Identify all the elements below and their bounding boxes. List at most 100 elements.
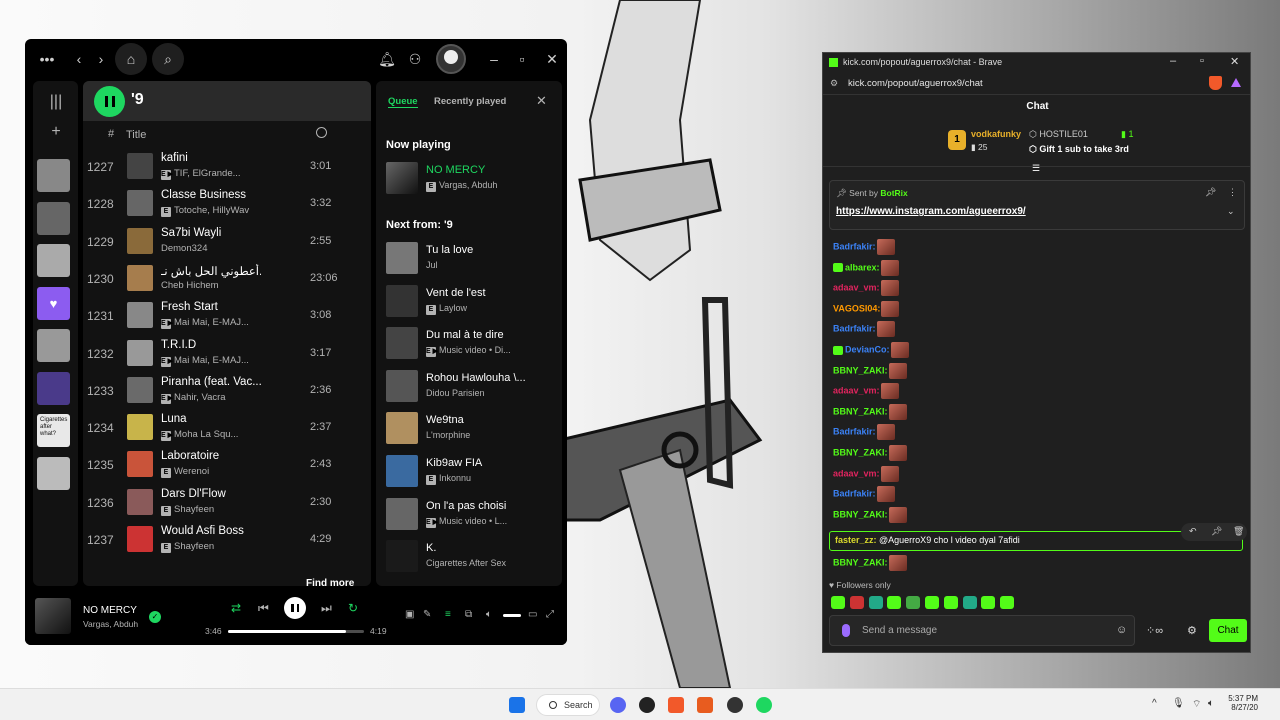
queue-item[interactable]: K. Cigarettes After Sex [386,540,562,576]
queue-item[interactable]: Du mal à te dire E ▶Music video • Di... [386,327,562,363]
create-plus-icon[interactable]: + [45,121,67,143]
table-row[interactable]: 1232 T.R.I.D E ▶Mai Mai, E-MAJ... 3:17 [83,336,371,372]
queue-track-artist[interactable]: E Laylow [426,303,560,315]
track-title[interactable]: T.R.I.D [161,339,261,351]
message-username[interactable]: BBNY_ZAKI: [833,447,888,457]
close-icon[interactable]: ✕ [536,93,547,109]
table-row[interactable]: 1227 kafini E ▶TIF, ElGrande... 3:01 [83,149,371,185]
queue-track-artist[interactable]: E ▶Music video • L... [426,516,560,528]
search-icon[interactable]: ⌕ [152,43,184,75]
miniplayer-icon[interactable]: ▭ [528,609,537,620]
table-row[interactable]: 1230 أعطوني الحل باش نـ... Cheb Hichem 23:0… [83,261,371,297]
queue-item[interactable]: Kib9aw FIA E Inkonnu [386,455,562,491]
chat-input[interactable]: Send a message ☺ [829,615,1135,646]
track-artist[interactable]: Cheb Hichem [161,280,261,291]
track-artist[interactable]: E ▶Mai Mai, E-MAJ... [161,355,261,367]
table-row[interactable]: 1234 Luna E ▶Moha La Squ... 2:37 [83,410,371,446]
message-username[interactable]: adaav_vm: [833,468,880,478]
brave-rewards-icon[interactable] [1231,78,1241,87]
lyrics-icon[interactable]: ✎ [423,609,431,620]
player-track-title[interactable]: NO MERCY [83,605,137,616]
table-row[interactable]: 1231 Fresh Start E ▶Mai Mai, E-MAJ... 3:08 [83,298,371,334]
microphone-icon[interactable]: 🎙︎ [1172,698,1185,709]
queue-item[interactable]: Vent de l'est E Laylow [386,284,562,321]
queue-item[interactable]: Rohou Hawlouha \... Didou Parisien [386,369,562,406]
emote-button[interactable] [1000,596,1015,609]
message-username[interactable]: BBNY_ZAKI: [833,509,888,519]
minimize-icon[interactable]: – [1170,55,1176,67]
message-username[interactable]: Badrfakir: [833,241,876,251]
queue-track-title[interactable]: On l'a pas choisi [426,500,560,512]
track-title[interactable]: Fresh Start [161,301,261,313]
track-artist[interactable]: E Totoche, HillyWav [161,205,261,218]
address-bar[interactable]: ⚙ kick.com/popout/aguerrox9/chat [823,73,1250,95]
emote-button[interactable] [981,596,996,609]
repeat-icon[interactable]: ↻ [348,601,358,615]
queue-track-title[interactable]: We9tna [426,414,560,426]
queue-track-artist[interactable]: E ▶Music video • Di... [426,345,560,358]
now-playing-art[interactable] [35,598,71,634]
brave-shield-icon[interactable] [1209,76,1222,90]
message-username[interactable]: BBNY_ZAKI: [833,365,888,375]
track-title[interactable]: Would Asfi Boss [161,525,261,537]
connect-device-icon[interactable]: ⧉ [465,609,472,620]
queue-track-title[interactable]: Tu la love [426,244,560,256]
library-playlist-thumb[interactable] [37,329,70,362]
player-track-artist[interactable]: Vargas, Abduh [83,619,138,629]
queue-item[interactable]: We9tna L'morphine [386,412,562,448]
library-playlist-thumb[interactable]: ♥ [37,286,70,320]
forward-arrow-icon[interactable]: › [89,47,113,71]
message-username[interactable]: Badrfakir: [833,489,876,499]
play-pause-button[interactable] [284,597,306,619]
track-artist[interactable]: E ▶Mai Mai, E-MAJ... [161,317,261,330]
track-title[interactable]: Sa7bi Wayli [161,227,261,239]
emote-button[interactable] [887,596,902,609]
table-row[interactable]: 1235 Laboratoire E Werenoi 2:43 [83,447,371,483]
now-playing-view-icon[interactable]: ▣ [405,609,414,620]
queue-track-artist[interactable]: E Inkonnu [426,473,560,485]
microphone-icon[interactable] [842,624,850,637]
expand-menu-icon[interactable]: ☰ [1032,163,1040,174]
previous-icon[interactable]: ⏮ [258,601,269,616]
library-playlist-thumb[interactable] [37,371,70,405]
friends-icon[interactable]: ⚇ [403,47,427,71]
track-artist[interactable]: E ▶TIF, ElGrande... [161,168,261,180]
emote-button[interactable] [849,596,864,609]
message-username[interactable]: BBNY_ZAKI: [833,557,888,567]
bell-icon[interactable]: 🔔︎ [375,47,399,71]
track-artist[interactable]: E Werenoi [161,466,261,479]
obs-icon[interactable] [727,697,743,713]
maximize-icon[interactable]: ▫ [1200,55,1204,67]
emote-button[interactable] [868,596,883,609]
queue-track-title[interactable]: Du mal à te dire [426,329,560,341]
vlc-icon[interactable] [697,697,713,713]
url-text[interactable]: kick.com/popout/aguerrox9/chat [848,78,983,89]
emoji-icon[interactable]: ☺ [1116,624,1127,636]
emote-button[interactable] [831,596,845,609]
track-artist[interactable]: Demon324 [161,243,261,254]
second-gifter-name[interactable]: ⬡ HOSTILE01 [1029,129,1088,140]
emote-button[interactable] [962,596,977,609]
queue-track-title[interactable]: Vent de l'est [426,287,560,299]
volume-slider[interactable] [503,614,521,617]
pin-icon[interactable]: 📌︎ [1211,526,1222,537]
avatar[interactable] [436,44,466,74]
message-username[interactable]: albarex: [845,262,880,272]
queue-track-artist[interactable]: L'morphine [426,430,560,440]
top-gifter-name[interactable]: vodkafunky [971,129,1021,139]
next-icon[interactable]: ⏭ [321,601,332,616]
message-username[interactable]: adaav_vm: [833,386,880,396]
pinned-link[interactable]: https://www.instagram.com/agueerrox9/ [836,206,1026,217]
message-username[interactable]: BBNY_ZAKI: [833,406,888,416]
track-title[interactable]: Classe Business [161,189,261,201]
spotify-icon[interactable] [756,697,772,713]
message-username[interactable]: adaav_vm: [833,283,880,293]
track-title[interactable]: Dars Dl'Flow [161,488,261,500]
now-playing-item[interactable]: NO MERCY E Vargas, Abduh [386,162,562,198]
table-row[interactable]: 1228 Classe Business E Totoche, HillyWav 3:3… [83,186,371,222]
message-username[interactable]: Badrfakir: [833,324,876,334]
queue-track-artist[interactable]: Cigarettes After Sex [426,558,560,568]
emote-button[interactable] [943,596,958,609]
track-artist[interactable]: E Shayfeen [161,504,261,516]
queue-item[interactable]: On l'a pas choisi E ▶Music video • L... [386,497,562,534]
